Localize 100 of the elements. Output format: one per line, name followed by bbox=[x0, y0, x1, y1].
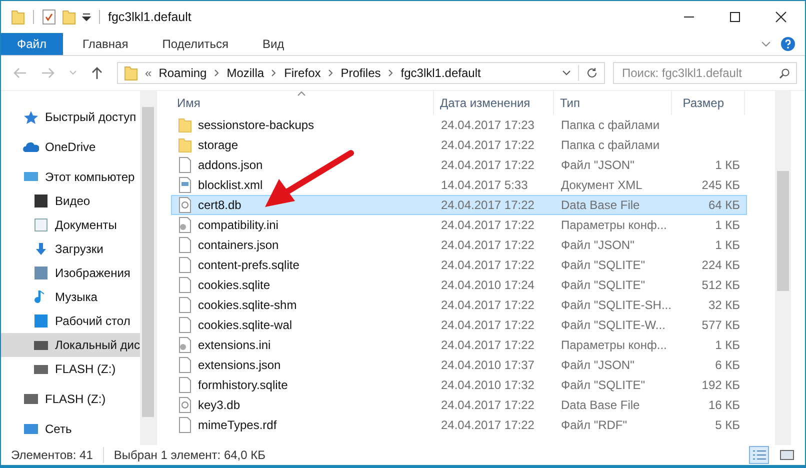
up-arrow-icon[interactable] bbox=[91, 66, 103, 80]
file-name: extensions.ini bbox=[198, 338, 271, 352]
file-row[interactable]: storage 24.04.2017 17:22 Папка с файлами bbox=[171, 135, 747, 155]
maximize-icon[interactable] bbox=[729, 11, 741, 23]
search-icon bbox=[779, 68, 790, 78]
file-row[interactable]: cookies.sqlite-shm 24.04.2017 17:22 Файл "SQLITE-SH... 32 КБ bbox=[171, 295, 747, 315]
sidebar-item[interactable]: Документы bbox=[1, 213, 140, 237]
type-cell: Файл "SQLITE" bbox=[561, 258, 646, 272]
file-row[interactable]: content-prefs.sqlite 24.04.2017 17:22 Файл "SQLITE" 224 КБ bbox=[171, 255, 747, 275]
file-row[interactable]: cookies.sqlite-wal 24.04.2017 17:22 Файл "SQLITE-W... 577 КБ bbox=[171, 315, 747, 335]
overflow-chevron[interactable]: « bbox=[145, 66, 152, 80]
file-row[interactable]: extensions.ini 24.04.2017 17:22 Параметры конф... 1 КБ bbox=[171, 335, 747, 355]
file-row[interactable]: mimeTypes.rdf 24.04.2017 17:22 Файл "RDF" 5 КБ bbox=[171, 415, 747, 435]
file-name: sessionstore-backups bbox=[198, 118, 314, 132]
type-cell: Файл "SQLITE-SH... bbox=[561, 298, 672, 312]
ribbon-tab[interactable]: Поделиться bbox=[148, 33, 242, 55]
type-cell: Файл "SQLITE" bbox=[561, 378, 646, 392]
file-name: addons.json bbox=[198, 158, 263, 172]
date-cell: 24.04.2017 17:22 bbox=[441, 218, 534, 232]
address-bar[interactable]: « Roaming Mozilla Firefox Profiles fgc3lkl1.default bbox=[117, 62, 605, 84]
help-icon[interactable] bbox=[781, 37, 795, 51]
file-name: cert8.db bbox=[198, 198, 242, 212]
item-count: Элементов: 41 bbox=[11, 448, 93, 462]
chevron-icon[interactable] bbox=[761, 40, 771, 48]
date-cell: 24.04.2017 17:22 bbox=[441, 238, 534, 252]
column-header[interactable]: Дата изменения bbox=[434, 91, 554, 115]
size-cell: 577 КБ bbox=[702, 318, 740, 332]
sidebar-item[interactable]: Рабочий стол bbox=[1, 309, 140, 333]
file-icon bbox=[178, 397, 192, 413]
sidebar-item[interactable]: FLASH (Z:) bbox=[1, 357, 140, 381]
type-cell: Файл "SQLITE" bbox=[561, 278, 646, 292]
file-name: storage bbox=[198, 138, 238, 152]
file-row[interactable]: cert8.db 24.04.2017 17:22 Data Base File 64 КБ bbox=[171, 195, 747, 215]
chevron-icon bbox=[214, 69, 220, 77]
file-row[interactable]: cookies.sqlite 24.04.2010 17:24 Файл "SQLITE" 512 КБ bbox=[171, 275, 747, 295]
file-row[interactable]: sessionstore-backups 24.04.2017 17:23 Папка с файлами bbox=[171, 115, 747, 135]
file-name: mimeTypes.rdf bbox=[198, 418, 277, 432]
dropdown-icon[interactable] bbox=[82, 13, 91, 21]
file-row[interactable]: addons.json 24.04.2017 17:22 Файл "JSON" 1 КБ bbox=[171, 155, 747, 175]
chevron-icon bbox=[271, 69, 278, 77]
refresh-icon[interactable] bbox=[586, 67, 598, 79]
date-cell: 24.04.2017 17:22 bbox=[441, 338, 534, 352]
sidebar-item[interactable]: Быстрый доступ bbox=[1, 105, 140, 129]
file-icon bbox=[178, 257, 192, 273]
breadcrumb-item[interactable]: Firefox bbox=[284, 66, 321, 80]
column-header[interactable]: Тип bbox=[554, 91, 672, 115]
file-name: cookies.sqlite-wal bbox=[198, 318, 292, 332]
file-row[interactable]: formhistory.sqlite 24.04.2010 17:32 Файл "SQLITE" 192 КБ bbox=[171, 375, 747, 395]
sidebar-item[interactable]: FLASH (Z:) bbox=[1, 387, 140, 411]
dropdown-icon[interactable] bbox=[562, 70, 571, 76]
sidebar-item[interactable]: Этот компьютер bbox=[1, 165, 140, 189]
sidebar-item[interactable]: Видео bbox=[1, 189, 140, 213]
ribbon-tab[interactable]: Главная bbox=[68, 33, 142, 55]
properties-icon[interactable] bbox=[42, 9, 56, 25]
size-cell: 224 КБ bbox=[702, 258, 740, 272]
sidebar-item[interactable]: OneDrive bbox=[1, 135, 140, 159]
file-row[interactable]: key3.db 24.04.2017 17:22 Data Base File 16 КБ bbox=[171, 395, 747, 415]
scrollbar[interactable] bbox=[140, 91, 156, 445]
thumbnails-view-icon[interactable] bbox=[779, 448, 795, 462]
details-view-icon[interactable] bbox=[749, 446, 769, 464]
file-row[interactable]: extensions.json 24.04.2010 17:37 Файл "JSON" 6 КБ bbox=[171, 355, 747, 375]
sidebar-item[interactable]: Сеть bbox=[1, 417, 140, 441]
type-cell: Папка с файлами bbox=[561, 138, 660, 152]
file-row[interactable]: compatibility.ini 24.04.2017 17:22 Параметры конф... 1 КБ bbox=[171, 215, 747, 235]
ribbon-tab[interactable]: Файл bbox=[1, 33, 63, 55]
size-cell: 1 КБ bbox=[715, 338, 740, 352]
chevron-icon bbox=[388, 69, 394, 77]
size-cell: 1 КБ bbox=[715, 158, 740, 172]
breadcrumb-item[interactable]: Roaming bbox=[158, 66, 207, 80]
sidebar-item[interactable]: Изображения bbox=[1, 261, 140, 285]
sidebar-item[interactable]: Загрузки bbox=[1, 237, 140, 261]
column-header[interactable]: Имя bbox=[171, 91, 434, 115]
breadcrumb-item[interactable]: fgc3lkl1.default bbox=[400, 66, 481, 80]
size-cell: 5 КБ bbox=[715, 418, 740, 432]
date-cell: 24.04.2017 17:22 bbox=[441, 398, 534, 412]
date-cell: 24.04.2017 17:22 bbox=[441, 198, 534, 212]
date-cell: 24.04.2010 17:24 bbox=[441, 278, 534, 292]
column-header[interactable]: Размер bbox=[672, 91, 745, 115]
ribbon-tab[interactable]: Вид bbox=[248, 33, 298, 55]
file-icon bbox=[178, 417, 192, 433]
type-cell: Документ XML bbox=[561, 178, 642, 192]
date-cell: 14.04.2017 5:33 bbox=[441, 178, 528, 192]
close-icon[interactable] bbox=[775, 11, 787, 23]
breadcrumb-item[interactable]: Mozilla bbox=[226, 66, 264, 80]
sidebar-item[interactable]: Локальный дис bbox=[1, 333, 140, 357]
size-cell: 16 КБ bbox=[708, 398, 740, 412]
breadcrumb-item[interactable]: Profiles bbox=[340, 66, 381, 80]
scrollbar[interactable] bbox=[775, 91, 791, 445]
file-row[interactable]: blocklist.xml 14.04.2017 5:33 Документ XML 245 КБ bbox=[171, 175, 747, 195]
type-cell: Параметры конф... bbox=[561, 338, 667, 352]
search-field[interactable]: Поиск: fgc3lkl1.default bbox=[613, 62, 797, 84]
date-cell: 24.04.2017 17:22 bbox=[441, 158, 534, 172]
file-row[interactable]: containers.json 24.04.2017 17:22 Файл "JSON" 1 КБ bbox=[171, 235, 747, 255]
file-icon bbox=[178, 317, 192, 333]
type-cell: Файл "JSON" bbox=[561, 238, 634, 252]
file-icon bbox=[178, 277, 192, 293]
type-cell: Файл "JSON" bbox=[561, 358, 634, 372]
size-cell: 192 КБ bbox=[702, 378, 740, 392]
sidebar-item[interactable]: Музыка bbox=[1, 285, 140, 309]
file-name: key3.db bbox=[198, 398, 240, 412]
